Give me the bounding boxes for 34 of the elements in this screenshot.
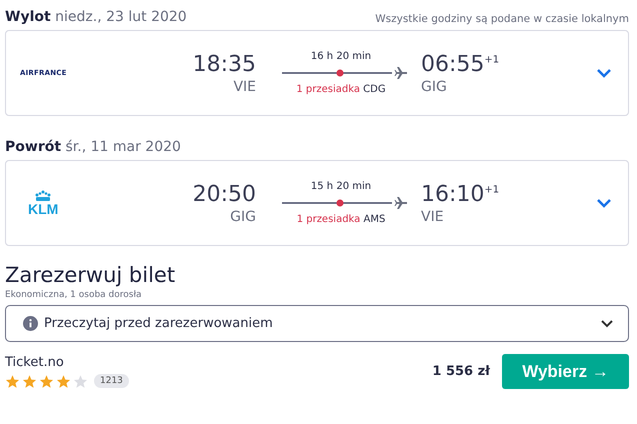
star-icon xyxy=(5,374,20,388)
chevron-down-icon[interactable] xyxy=(596,68,612,78)
airline-logo: KLM xyxy=(28,202,58,216)
stopover-info: 1 przesiadka AMS xyxy=(296,214,386,225)
fare-details: Ekonomiczna, 1 osoba dorosła xyxy=(5,290,143,300)
airport-code: VIE xyxy=(421,208,445,224)
leg-heading: Powrót śr., 11 mar 2020 xyxy=(5,139,181,155)
stopover-info: 1 przesiadka CDG xyxy=(296,84,386,95)
star-icon xyxy=(73,374,88,388)
airport-code: GIG xyxy=(230,208,256,224)
departure-time: 18:35 xyxy=(192,52,256,76)
price: 1 556 zł xyxy=(432,364,490,379)
section-title: Zarezerwuj bilet xyxy=(5,263,176,287)
dropdown-label: Przeczytaj przed zarezerwowaniem xyxy=(44,316,274,331)
chevron-down-icon[interactable] xyxy=(596,198,612,208)
crown-icon xyxy=(33,190,54,202)
leg-heading: Wylot niedz., 23 lut 2020 xyxy=(5,9,187,25)
info-icon xyxy=(23,316,38,331)
chevron-down-icon xyxy=(600,319,614,328)
flight-card[interactable]: KLM 20:50 GIG 15 h 20 min 1 przesiadka AMS 16:10$^{+1}$ VIE xyxy=(5,160,629,246)
star-icon xyxy=(39,374,54,388)
arrival-time: 06:55$^{+1}$ xyxy=(421,52,500,76)
departure-time: 20:50 xyxy=(192,182,256,206)
star-icon xyxy=(56,374,71,388)
airport-code: VIE xyxy=(233,78,256,94)
timezone-note: Wszystkie godziny są podane w czasie lokalnym xyxy=(375,13,629,25)
review-count: 1213 xyxy=(94,374,129,388)
provider-name: Ticket.no xyxy=(5,354,65,370)
arrival-time: 16:10$^{+1}$ xyxy=(421,182,500,206)
flight-duration: 15 h 20 min xyxy=(310,181,372,192)
info-dropdown[interactable]: Przeczytaj przed zarezerwowaniem xyxy=(5,305,629,342)
star-icon xyxy=(22,374,37,388)
flight-duration: 16 h 20 min xyxy=(310,51,372,62)
airport-code: GIG xyxy=(421,78,448,94)
